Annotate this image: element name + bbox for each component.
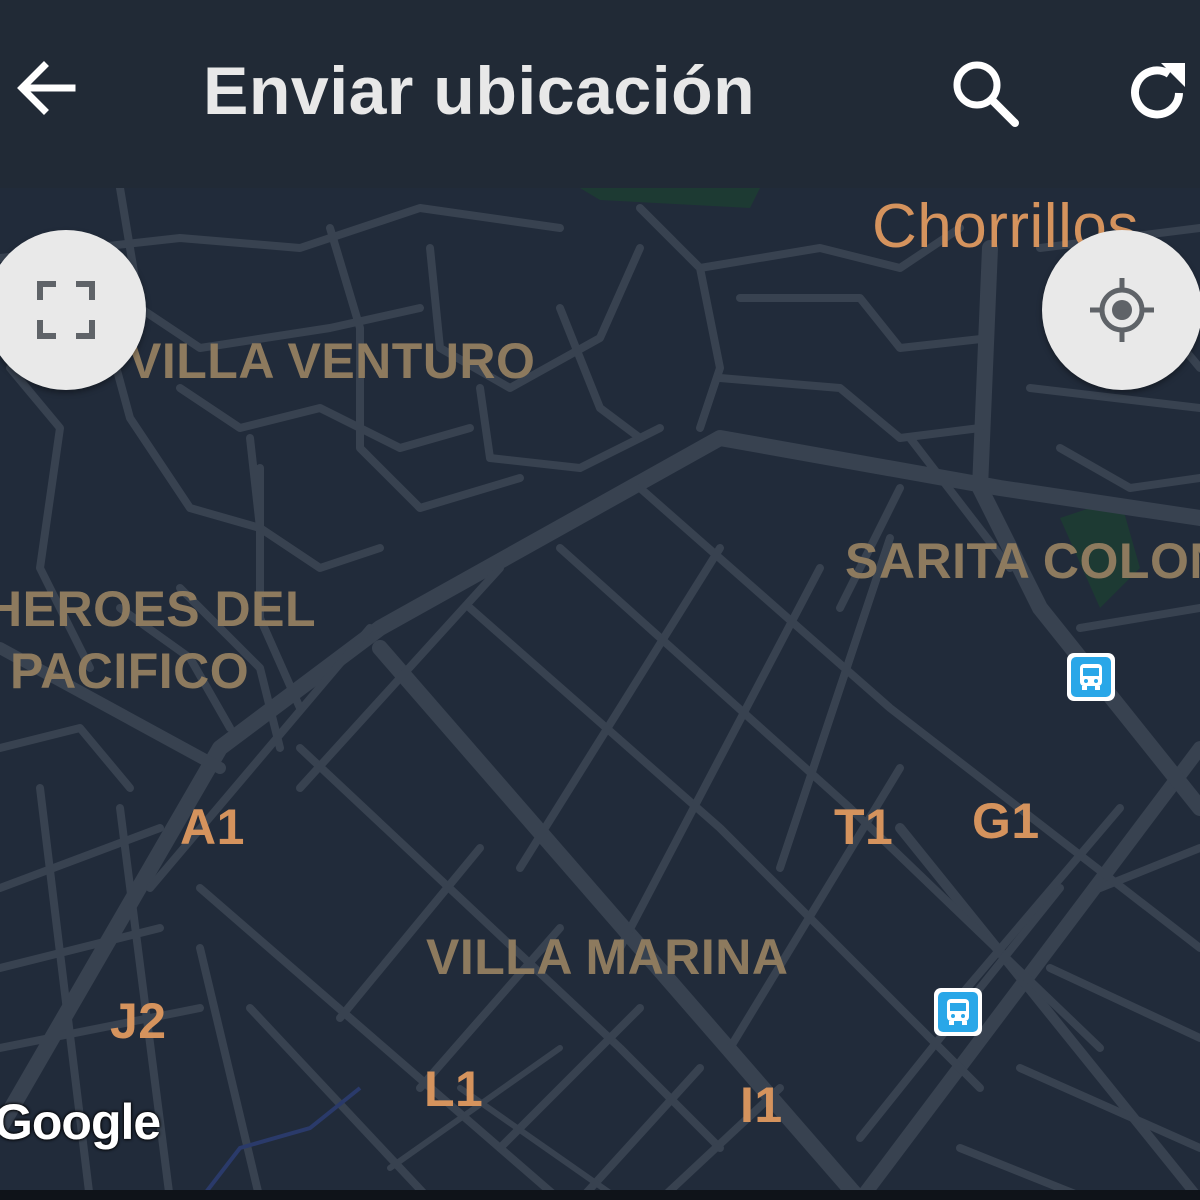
map-label-i1: I1 xyxy=(740,1077,783,1133)
page-title: Enviar ubicación xyxy=(203,53,756,129)
map-label-j2: J2 xyxy=(110,993,167,1049)
map-label-villa-marina: VILLA MARINA xyxy=(426,929,789,985)
search-button[interactable] xyxy=(942,50,1028,136)
map-label-heroes-line1: HEROES DEL xyxy=(0,581,317,637)
google-attribution: Google xyxy=(0,1094,161,1150)
bus-stop-icon[interactable] xyxy=(934,988,982,1036)
map-label-l1: L1 xyxy=(424,1061,484,1117)
map-view[interactable]: Chorrillos VILLA VENTURO SARITA COLON HE… xyxy=(0,188,1200,1200)
arrow-left-icon xyxy=(17,61,76,115)
map-label-villa-venturo: VILLA VENTURO xyxy=(128,333,536,389)
bus-stop-icon[interactable] xyxy=(1067,653,1115,701)
my-location-icon xyxy=(1090,278,1154,342)
map-label-g1: G1 xyxy=(972,793,1040,849)
map-label-a1: A1 xyxy=(180,799,245,855)
bottom-edge xyxy=(0,1190,1200,1200)
map-label-sarita-colonia: SARITA COLON xyxy=(845,533,1200,589)
back-button[interactable] xyxy=(8,50,84,126)
my-location-button[interactable] xyxy=(1042,230,1200,390)
app-bar: Enviar ubicación xyxy=(0,0,1200,188)
map-label-heroes-line2: PACIFICO xyxy=(10,643,250,699)
refresh-icon xyxy=(1131,63,1185,119)
fullscreen-icon xyxy=(37,281,95,339)
refresh-button[interactable] xyxy=(1114,50,1200,136)
search-icon xyxy=(953,61,1019,127)
map-label-t1: T1 xyxy=(834,799,894,855)
